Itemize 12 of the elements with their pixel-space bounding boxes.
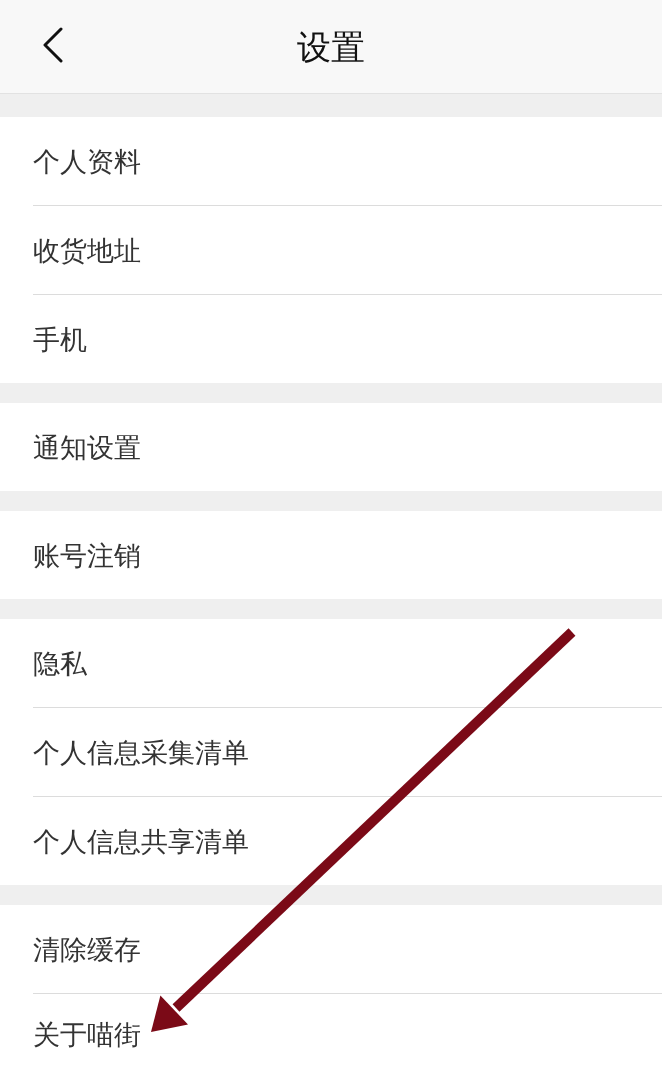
settings-item[interactable]: 关于喵街: [33, 994, 662, 1075]
settings-item[interactable]: 通知设置: [33, 403, 662, 491]
settings-item[interactable]: 清除缓存: [33, 905, 662, 994]
page-title: 设置: [297, 29, 365, 64]
settings-item[interactable]: 收货地址: [33, 206, 662, 295]
settings-item[interactable]: 隐私: [33, 619, 662, 708]
settings-item[interactable]: 个人信息采集清单: [33, 708, 662, 797]
settings-item[interactable]: 个人信息共享清单: [33, 797, 662, 885]
chevron-left-icon: [43, 27, 63, 63]
settings-item[interactable]: 账号注销: [33, 511, 662, 599]
settings-item[interactable]: 个人资料: [33, 117, 662, 206]
settings-item[interactable]: 手机: [33, 295, 662, 383]
